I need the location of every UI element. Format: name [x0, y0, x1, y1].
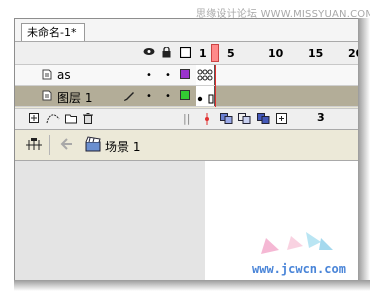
scene-label[interactable]: 场景 1 — [105, 138, 140, 155]
layer-icon — [42, 90, 53, 101]
visibility-dot[interactable]: • — [146, 91, 152, 102]
ruler-label-1: 1 — [199, 47, 207, 60]
edit-multiple-frames-icon[interactable] — [257, 113, 270, 126]
center-frame-icon[interactable] — [203, 113, 211, 127]
divider-grip-icon[interactable]: || — [183, 113, 190, 124]
delete-layer-icon[interactable] — [83, 113, 93, 126]
layer-row-as[interactable]: as • • — [15, 65, 359, 86]
layer-color-swatch[interactable] — [180, 90, 190, 100]
current-frame-number: 3 — [317, 111, 325, 124]
eye-icon[interactable] — [143, 47, 155, 58]
lock-dot[interactable]: • — [165, 91, 171, 102]
document-tab-bar: 未命名-1* — [15, 19, 359, 42]
separator — [49, 135, 50, 155]
lock-dot[interactable]: • — [165, 70, 171, 81]
layer-color-swatch[interactable] — [180, 69, 190, 79]
timeline-header: 1 5 10 15 20 — [15, 42, 363, 65]
layer-name[interactable]: as — [57, 68, 71, 82]
timeline-toolbar: || 3 — [15, 108, 359, 130]
scene-clapper-icon — [85, 136, 101, 155]
timeline-toggle-icon[interactable] — [25, 136, 43, 157]
ruler-label-10: 10 — [268, 47, 284, 60]
onion-skin-icon[interactable] — [220, 113, 233, 126]
ruler-label-15: 15 — [308, 47, 324, 60]
onion-skin-outlines-icon[interactable] — [238, 113, 251, 126]
outline-toggle-icon[interactable] — [179, 46, 192, 60]
site-logo-text: www.jcwcn.com — [252, 262, 346, 276]
back-arrow-icon[interactable] — [60, 137, 74, 154]
document-tab[interactable]: 未命名-1* — [21, 23, 85, 41]
insert-folder-icon[interactable] — [65, 113, 77, 126]
playhead-marker[interactable] — [211, 44, 219, 62]
motion-guide-icon[interactable] — [46, 113, 60, 126]
scene-nav-bar: 场景 1 — [15, 130, 370, 161]
pencil-icon — [123, 90, 135, 104]
visibility-dot[interactable]: • — [146, 70, 152, 81]
layer-row-layer-1[interactable]: 图层 1 • • — [15, 86, 359, 107]
ruler-label-5: 5 — [227, 47, 235, 60]
modify-onion-markers-icon[interactable] — [276, 113, 288, 126]
insert-layer-icon[interactable] — [29, 113, 40, 126]
lock-icon[interactable] — [162, 46, 171, 60]
keyframe-cells-as[interactable] — [196, 65, 215, 85]
window-shadow-bottom — [14, 280, 370, 291]
layer-name[interactable]: 图层 1 — [57, 89, 92, 106]
playhead-line — [215, 65, 216, 107]
layer-icon — [42, 69, 53, 80]
keyframe-cells-layer-1[interactable] — [196, 86, 215, 106]
